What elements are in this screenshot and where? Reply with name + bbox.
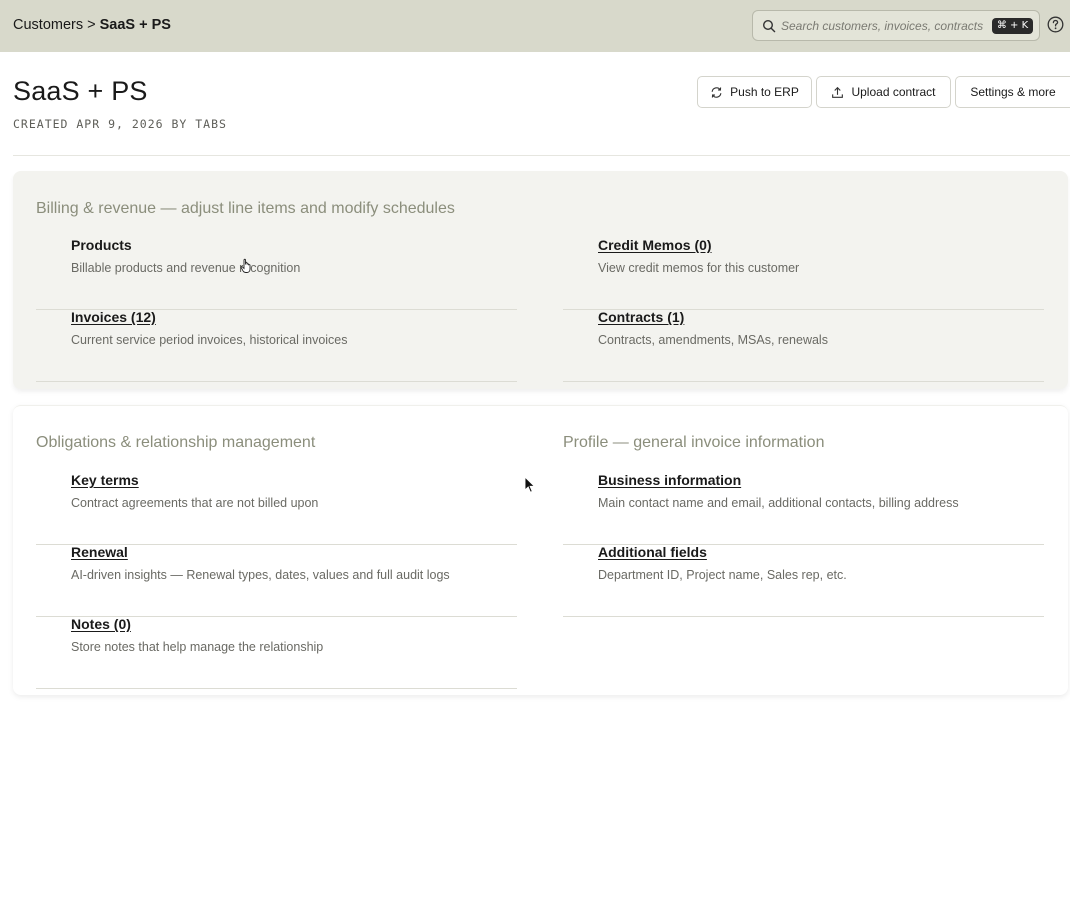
billing-section-title: Billing & revenue — adjust line items an… [36, 200, 455, 217]
refresh-icon [711, 86, 722, 98]
renewal-link[interactable]: Renewal [71, 544, 128, 560]
contracts-link[interactable]: Contracts (1) [598, 309, 684, 325]
obligations-section-title: Obligations & relationship management [36, 434, 316, 451]
settings-more-label: Settings & more [970, 85, 1056, 99]
list-item-key-terms[interactable]: Key terms Contract agreements that are n… [36, 472, 517, 545]
list-item-products[interactable]: Products Billable products and revenue r… [36, 237, 517, 310]
list-item-notes[interactable]: Notes (0) Store notes that help manage t… [36, 616, 517, 689]
page-title: SaaS + PS [13, 76, 148, 106]
credit-memos-link[interactable]: Credit Memos (0) [598, 237, 712, 253]
top-bar: Customers>SaaS + PS ⌘ + K [0, 0, 1070, 52]
invoices-desc: Current service period invoices, histori… [71, 333, 348, 347]
credit-memos-desc: View credit memos for this customer [598, 261, 800, 275]
key-terms-link[interactable]: Key terms [71, 472, 139, 488]
notes-desc: Store notes that help manage the relatio… [71, 640, 324, 654]
search-input[interactable] [781, 17, 986, 35]
upload-contract-label: Upload contract [851, 85, 936, 99]
search-icon [762, 19, 776, 33]
help-circle-icon[interactable] [1047, 16, 1064, 33]
upload-icon [832, 86, 844, 98]
breadcrumb-separator: > [87, 17, 96, 33]
invoices-link[interactable]: Invoices (12) [71, 309, 156, 325]
list-item-business-information[interactable]: Business information Main contact name a… [563, 472, 1044, 545]
billing-revenue-card: Billing & revenue — adjust line items an… [13, 171, 1068, 389]
business-information-desc: Main contact name and email, additional … [598, 496, 959, 510]
list-item-renewal[interactable]: Renewal AI-driven insights — Renewal typ… [36, 544, 517, 617]
key-terms-desc: Contract agreements that are not billed … [71, 496, 319, 510]
upload-contract-button[interactable]: Upload contract [816, 76, 951, 108]
products-desc: Billable products and revenue recognitio… [71, 261, 301, 275]
additional-fields-link[interactable]: Additional fields [598, 544, 707, 560]
breadcrumb-customers-link[interactable]: Customers [13, 17, 83, 33]
list-item-additional-fields[interactable]: Additional fields Department ID, Project… [563, 544, 1044, 617]
header-divider [13, 155, 1070, 156]
additional-fields-desc: Department ID, Project name, Sales rep, … [598, 568, 847, 582]
contracts-desc: Contracts, amendments, MSAs, renewals [598, 333, 828, 347]
obligations-profile-card: Obligations & relationship management Pr… [13, 405, 1068, 695]
global-search[interactable]: ⌘ + K [752, 10, 1040, 41]
push-to-erp-button[interactable]: Push to ERP [697, 76, 812, 108]
settings-more-button[interactable]: Settings & more [955, 76, 1070, 108]
notes-link[interactable]: Notes (0) [71, 616, 131, 632]
push-to-erp-label: Push to ERP [730, 85, 799, 99]
created-meta: CREATED APR 9, 2026 BY TABS [13, 117, 227, 131]
profile-section-title: Profile — general invoice information [563, 434, 825, 451]
breadcrumb-current: SaaS + PS [99, 17, 171, 33]
products-label: Products [71, 237, 132, 253]
renewal-desc: AI-driven insights — Renewal types, date… [71, 568, 450, 582]
search-shortcut-badge: ⌘ + K [992, 18, 1033, 34]
list-item-credit-memos[interactable]: Credit Memos (0) View credit memos for t… [563, 237, 1044, 310]
business-information-link[interactable]: Business information [598, 472, 741, 488]
breadcrumb: Customers > SaaS + PS [13, 17, 171, 33]
list-item-invoices[interactable]: Invoices (12) Current service period inv… [36, 309, 517, 382]
list-item-contracts[interactable]: Contracts (1) Contracts, amendments, MSA… [563, 309, 1044, 382]
